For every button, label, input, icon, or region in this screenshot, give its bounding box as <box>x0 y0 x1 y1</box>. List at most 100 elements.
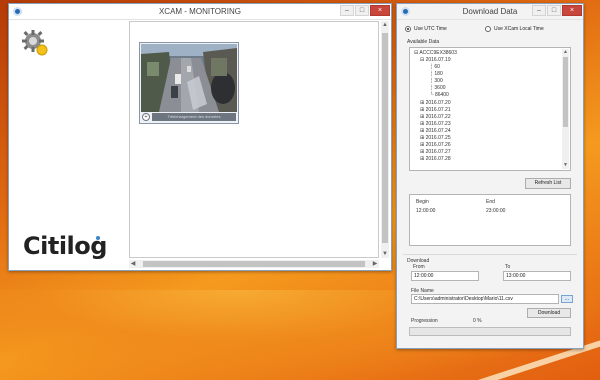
brand-logo-dot <box>96 236 100 240</box>
progression-value: 0 % <box>473 318 482 324</box>
tree-scrollbar[interactable]: ▲ ▼ <box>562 49 569 169</box>
progression-label: Progression <box>411 318 438 324</box>
camera-toggle-button[interactable]: + <box>142 113 150 121</box>
download-button[interactable]: Download <box>527 308 571 318</box>
tree-date-label: 2016.07.21 <box>425 107 451 113</box>
tree-date-label: 2016.07.22 <box>425 114 451 120</box>
from-time-field[interactable]: 12:00:00 <box>411 271 479 281</box>
scroll-up-icon[interactable]: ▲ <box>562 49 569 56</box>
monitoring-sidebar: Citilog <box>9 21 127 270</box>
scroll-up-icon[interactable]: ▲ <box>381 21 389 29</box>
tree-date-item[interactable]: ⊞ 2016.07.27 <box>420 149 451 155</box>
scroll-down-icon[interactable]: ▼ <box>381 250 389 258</box>
expand-icon[interactable]: ⊞ <box>420 156 424 162</box>
end-column-header: End <box>486 199 495 205</box>
download-progress-bar <box>409 327 571 336</box>
expand-icon[interactable]: ⊞ <box>420 100 424 106</box>
file-name-field[interactable]: C:\Users\administrator\Desktop\Mario\11.… <box>411 294 559 304</box>
tree-interval-label: 3600 <box>434 85 446 91</box>
time-range-grid[interactable]: Begin End 12:00:00 23:00:00 <box>409 194 571 246</box>
expand-icon[interactable]: ⊞ <box>420 121 424 127</box>
brand-logo: Citilog <box>23 232 107 260</box>
available-data-label: Available Data <box>407 39 440 45</box>
close-icon[interactable]: × <box>562 5 582 16</box>
expand-icon[interactable]: ⊞ <box>420 149 424 155</box>
tree-date-label: 2016.07.19 <box>425 57 451 63</box>
expand-icon[interactable]: ⊞ <box>420 128 424 134</box>
begin-column-header: Begin <box>416 199 429 205</box>
radio-selected-icon <box>405 26 411 32</box>
tree-interval-item[interactable]: ┊ 3600 <box>430 85 446 91</box>
tree-date-item[interactable]: ⊞ 2016.07.20 <box>420 100 451 106</box>
tree-interval-item[interactable]: ┊ 60 <box>430 64 440 70</box>
tree-root-label: ACCC9EX38603 <box>419 50 457 56</box>
download-data-window: Download Data – □ × Use UTC Time Use XCa… <box>396 3 584 349</box>
tree-date-item[interactable]: ⊞ 2016.07.21 <box>420 107 451 113</box>
time-mode-group: Use UTC Time Use XCam Local Time <box>405 26 575 34</box>
vertical-scroll-thumb[interactable] <box>382 33 388 243</box>
collapse-icon[interactable]: ⊟ <box>420 57 424 63</box>
scroll-left-icon[interactable]: ◀ <box>129 260 137 268</box>
available-data-tree[interactable]: ⊟ ACCC9EX38603 ⊟ 2016.07.19 ┊ 60 ┊ 180 ┊… <box>409 47 571 171</box>
download-titlebar[interactable]: Download Data – □ × <box>397 4 583 20</box>
tree-date-item[interactable]: ⊟ 2016.07.19 <box>420 57 451 63</box>
tree-date-item[interactable]: ⊞ 2016.07.25 <box>420 135 451 141</box>
tree-date-item[interactable]: ⊞ 2016.07.23 <box>420 121 451 127</box>
tree-root-item[interactable]: ⊟ ACCC9EX38603 <box>414 50 457 56</box>
tree-interval-item[interactable]: └ 86400 <box>430 92 449 98</box>
scroll-right-icon[interactable]: ▶ <box>371 260 379 268</box>
monitoring-horizontal-scrollbar[interactable]: ◀ ▶ <box>129 260 379 268</box>
expand-icon[interactable]: ⊞ <box>420 142 424 148</box>
gear-icon[interactable] <box>21 29 49 57</box>
begin-cell[interactable]: 12:00:00 <box>416 208 435 214</box>
to-time-field[interactable]: 13:00:00 <box>503 271 571 281</box>
refresh-list-button[interactable]: Refresh List <box>525 178 571 189</box>
from-label: From <box>413 264 425 270</box>
maximize-icon[interactable]: □ <box>355 5 369 16</box>
tree-date-label: 2016.07.20 <box>425 100 451 106</box>
tree-date-item[interactable]: ⊞ 2016.07.26 <box>420 142 451 148</box>
camera-thumbnail[interactable]: + Téléchargement des données <box>139 42 239 124</box>
radio-unselected-icon <box>485 26 491 32</box>
monitoring-window: XCAM - MONITORING – □ × Citilog + Téléch… <box>8 3 392 271</box>
expand-icon[interactable]: ⊞ <box>420 107 424 113</box>
browse-button[interactable]: ... <box>561 295 573 303</box>
tree-interval-label: 300 <box>434 78 443 84</box>
section-divider <box>403 254 577 255</box>
tree-date-label: 2016.07.23 <box>425 121 451 127</box>
tree-interval-item[interactable]: ┊ 180 <box>430 71 443 77</box>
local-time-radio[interactable]: Use XCam Local Time <box>485 26 544 32</box>
horizontal-scroll-thumb[interactable] <box>143 261 365 267</box>
tree-interval-label: 60 <box>434 64 440 70</box>
tree-date-item[interactable]: ⊞ 2016.07.22 <box>420 114 451 120</box>
tree-date-label: 2016.07.27 <box>425 149 451 155</box>
tree-scroll-thumb[interactable] <box>563 57 568 127</box>
tree-date-label: 2016.07.25 <box>425 135 451 141</box>
tree-date-item[interactable]: ⊞ 2016.07.28 <box>420 156 451 162</box>
collapse-icon[interactable]: ⊟ <box>414 50 418 56</box>
monitoring-titlebar[interactable]: XCAM - MONITORING – □ × <box>9 4 391 20</box>
maximize-icon[interactable]: □ <box>547 5 561 16</box>
close-icon[interactable]: × <box>370 5 390 16</box>
minimize-icon[interactable]: – <box>340 5 354 16</box>
tree-interval-label: 86400 <box>434 92 449 98</box>
tree-date-item[interactable]: ⊞ 2016.07.24 <box>420 128 451 134</box>
scroll-down-icon[interactable]: ▼ <box>562 162 569 169</box>
local-time-label: Use XCam Local Time <box>494 26 544 32</box>
minimize-icon[interactable]: – <box>532 5 546 16</box>
to-label: To <box>505 264 511 270</box>
expand-icon[interactable]: ⊞ <box>420 114 424 120</box>
monitoring-title: XCAM - MONITORING <box>158 7 242 16</box>
tree-interval-label: 180 <box>434 71 443 77</box>
utc-time-radio[interactable]: Use UTC Time <box>405 26 447 32</box>
camera-image <box>141 44 237 112</box>
tree-date-label: 2016.07.28 <box>425 156 451 162</box>
camera-view-area: + Téléchargement des données <box>129 21 379 258</box>
camera-caption: Téléchargement des données <box>152 113 236 121</box>
monitoring-vertical-scrollbar[interactable]: ▲ ▼ <box>381 21 389 258</box>
expand-icon[interactable]: ⊞ <box>420 135 424 141</box>
tree-date-label: 2016.07.26 <box>425 142 451 148</box>
end-cell[interactable]: 23:00:00 <box>486 208 505 214</box>
tree-date-label: 2016.07.24 <box>425 128 451 134</box>
tree-interval-item[interactable]: ┊ 300 <box>430 78 443 84</box>
